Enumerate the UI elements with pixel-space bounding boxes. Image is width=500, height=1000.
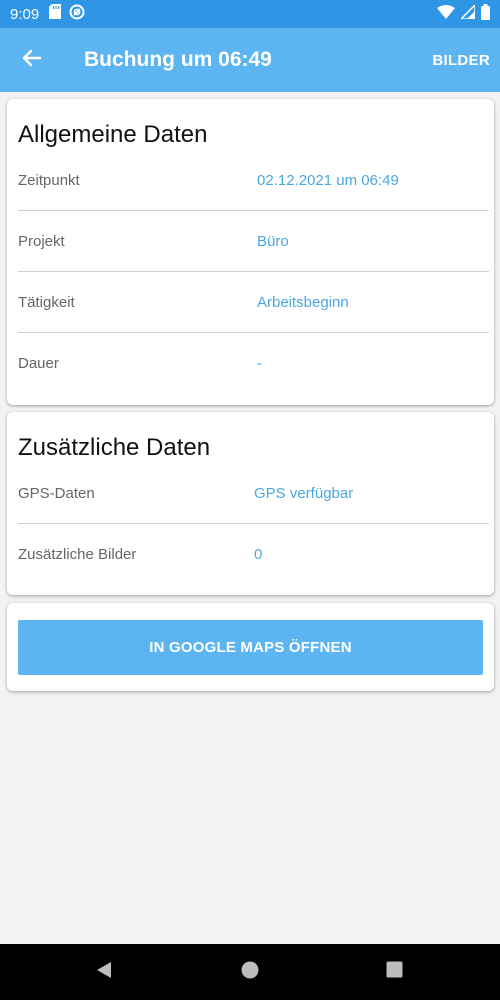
open-google-maps-button[interactable]: IN GOOGLE MAPS ÖFFNEN <box>18 620 483 675</box>
card-title-additional: Zusätzliche Daten <box>18 434 211 461</box>
pictures-button[interactable]: BILDER <box>432 52 490 69</box>
row-timestamp: Zeitpunkt 02.12.2021 um 06:49 <box>18 150 489 211</box>
row-value: 0 <box>254 546 263 563</box>
row-label: Zeitpunkt <box>18 172 80 189</box>
row-label: Projekt <box>18 233 65 250</box>
status-bar: 9:09 <box>0 0 500 28</box>
status-right-icons <box>437 2 490 25</box>
additional-data-card: Zusätzliche Daten GPS-Daten GPS verfügba… <box>7 412 494 595</box>
general-data-card: Allgemeine Daten Zeitpunkt 02.12.2021 um… <box>7 99 494 405</box>
back-triangle-icon <box>95 961 113 984</box>
card-title-general: Allgemeine Daten <box>18 121 208 148</box>
row-gps: GPS-Daten GPS verfügbar <box>18 463 489 524</box>
row-label: Dauer <box>18 355 59 372</box>
signal-icon <box>459 2 476 24</box>
nav-recents-button[interactable] <box>364 944 424 1000</box>
arrow-left-icon <box>22 48 42 73</box>
nav-home-button[interactable] <box>220 944 280 1000</box>
status-time: 9:09 <box>10 5 40 23</box>
navigation-bar <box>0 944 500 1000</box>
recents-square-icon <box>386 961 403 983</box>
row-project: Projekt Büro <box>18 211 489 272</box>
sync-icon <box>69 4 85 25</box>
row-activity: Tätigkeit Arbeitsbeginn <box>18 272 489 333</box>
row-value: - <box>257 355 262 372</box>
row-extra-pictures: Zusätzliche Bilder 0 <box>18 524 489 585</box>
back-button[interactable] <box>0 28 64 92</box>
row-label: Zusätzliche Bilder <box>18 546 137 563</box>
row-value: Arbeitsbeginn <box>257 294 349 311</box>
row-label: Tätigkeit <box>18 294 75 311</box>
nav-back-button[interactable] <box>74 944 134 1000</box>
row-value: Büro <box>257 233 289 250</box>
sd-card-icon <box>49 4 62 24</box>
status-left-icons <box>49 4 85 25</box>
row-label: GPS-Daten <box>18 485 95 502</box>
wifi-icon <box>437 4 455 24</box>
page-title: Buchung um 06:49 <box>84 48 272 71</box>
row-value: GPS verfügbar <box>254 485 354 502</box>
row-value: 02.12.2021 um 06:49 <box>257 172 399 189</box>
home-circle-icon <box>241 961 259 984</box>
app-bar: Buchung um 06:49 BILDER <box>0 28 500 92</box>
maps-card: IN GOOGLE MAPS ÖFFNEN <box>7 603 494 691</box>
battery-icon <box>481 3 490 25</box>
row-duration: Dauer - <box>18 333 489 394</box>
